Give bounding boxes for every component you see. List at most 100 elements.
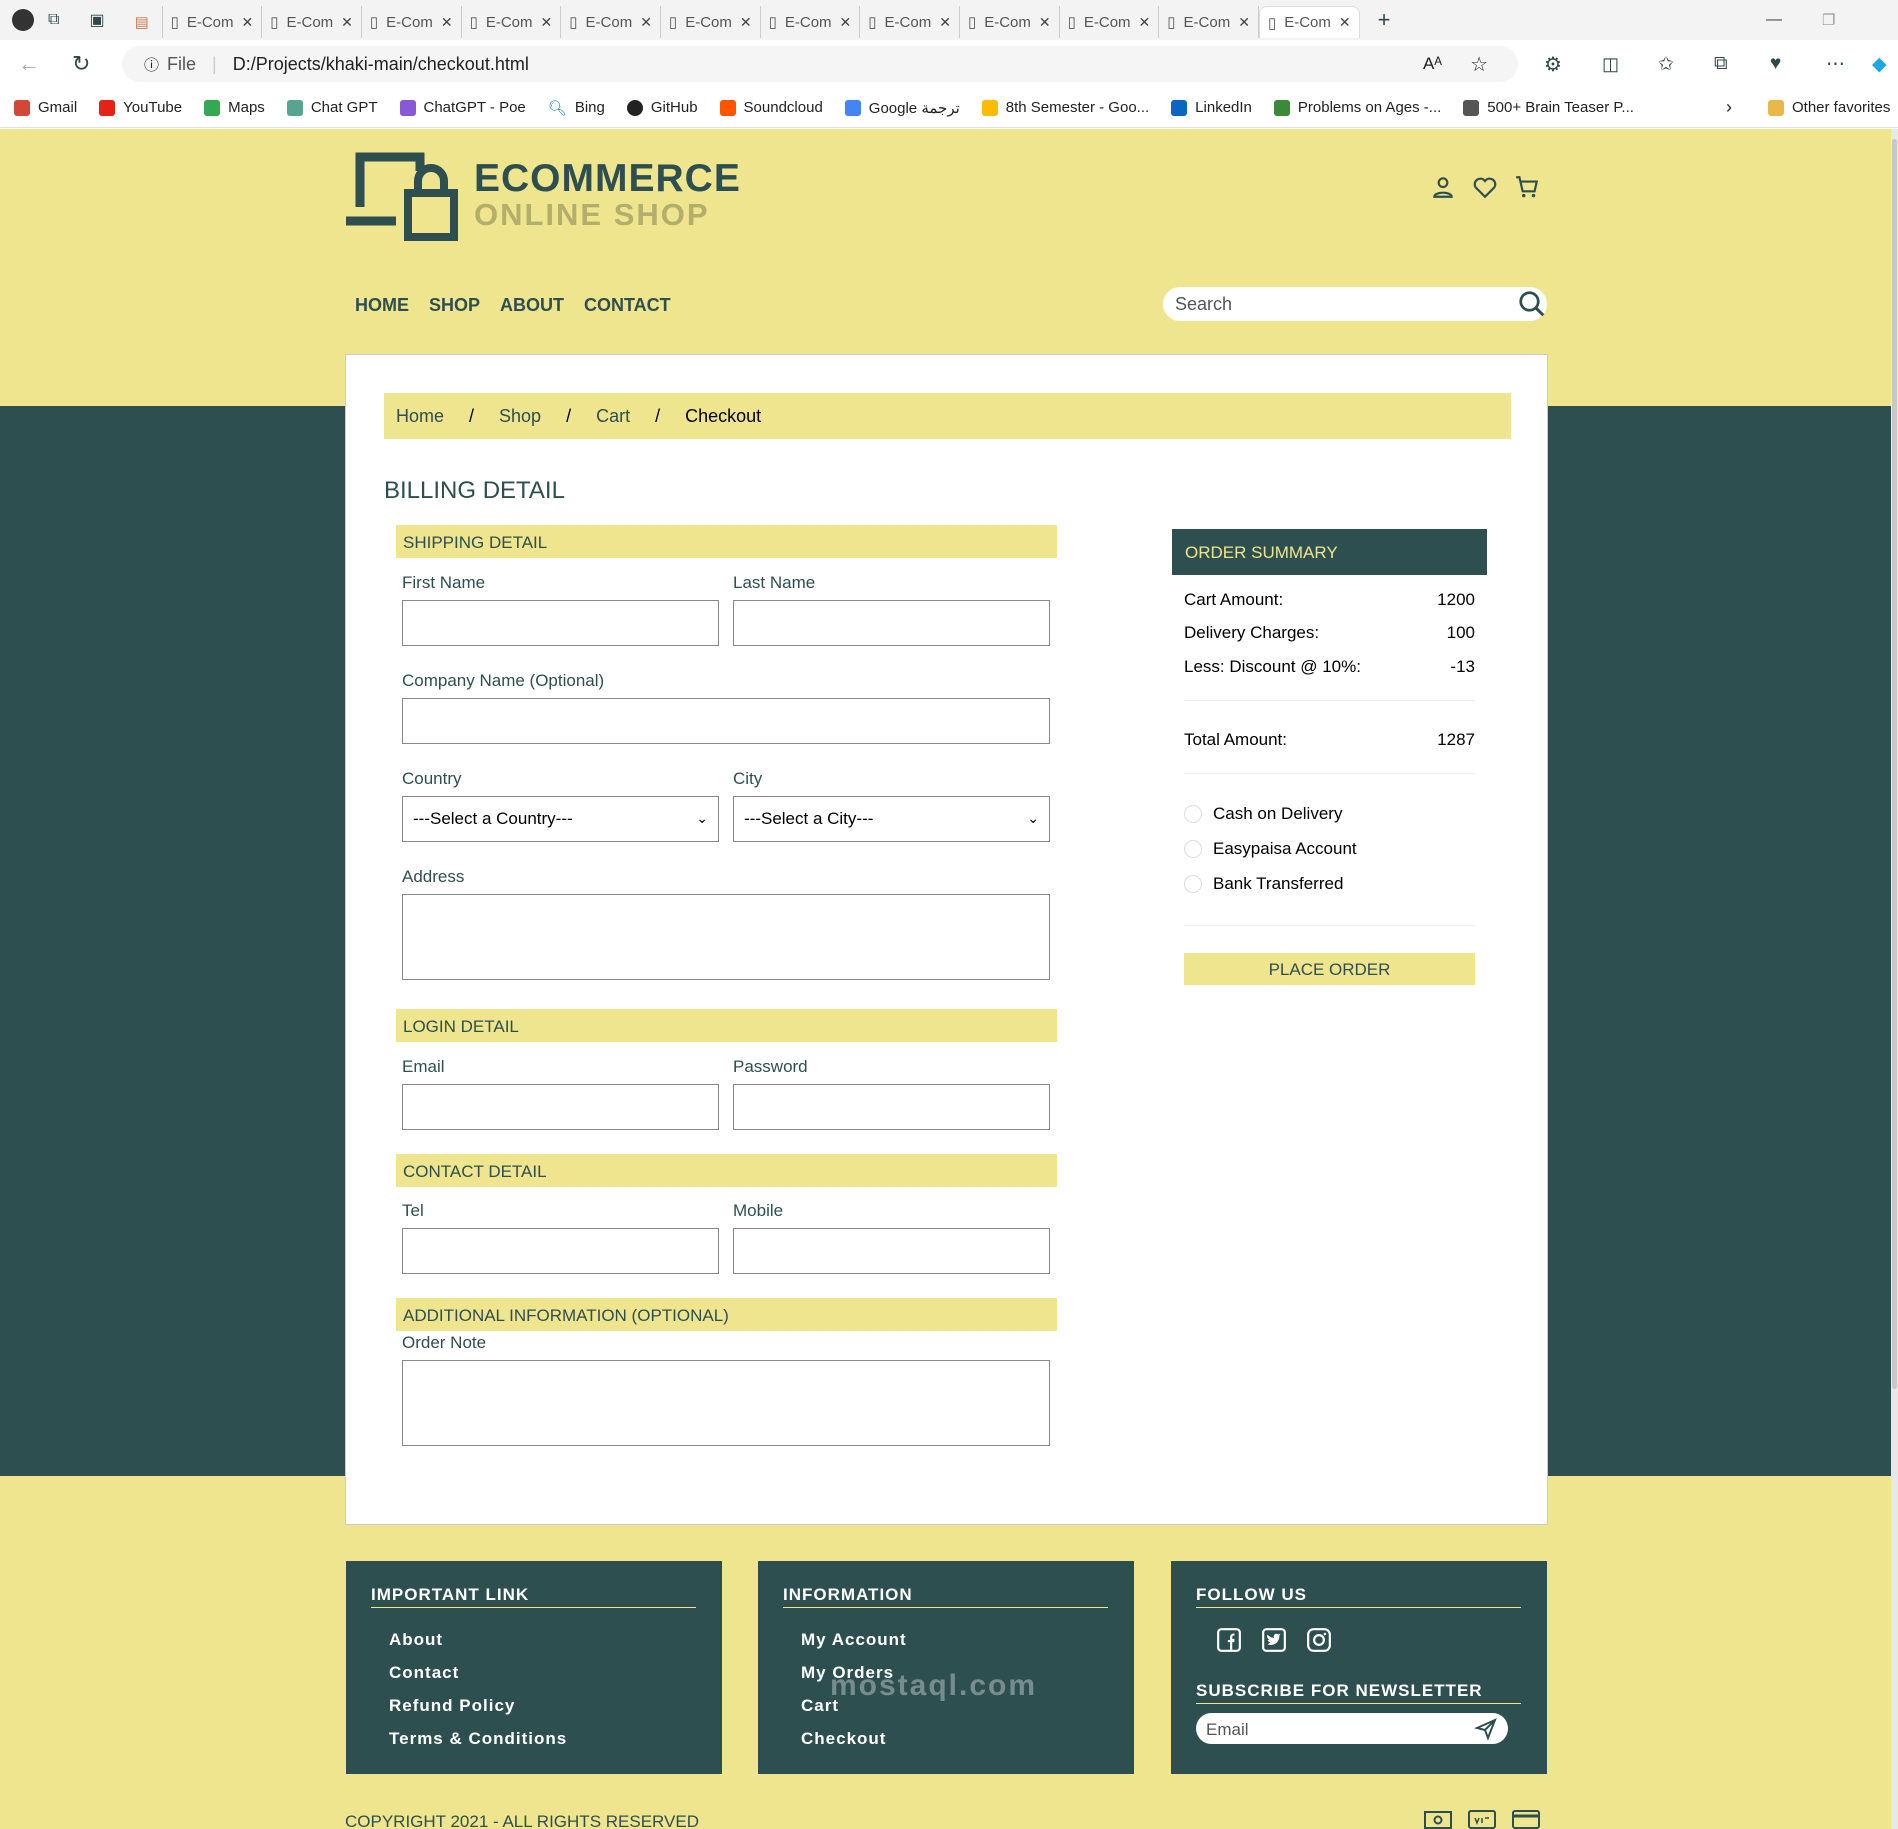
place-order-button[interactable]: PLACE ORDER: [1184, 953, 1475, 985]
radio-button[interactable]: [1184, 875, 1202, 893]
company-field[interactable]: [402, 698, 1050, 744]
password-field[interactable]: [733, 1084, 1050, 1130]
first-name-field[interactable]: [402, 600, 719, 646]
site-logo[interactable]: ECOMMERCE ONLINE SHOP: [346, 149, 741, 241]
profile-avatar[interactable]: [12, 9, 34, 31]
tab-actions-icon[interactable]: ▣: [89, 10, 104, 30]
tab-2[interactable]: ▯ E-Com ✕: [262, 6, 362, 38]
footer-link-refund[interactable]: Refund Policy: [389, 1689, 567, 1722]
newsletter-email-input[interactable]: Email: [1196, 1713, 1508, 1744]
payment-easypaisa[interactable]: Easypaisa Account: [1184, 839, 1357, 859]
close-icon[interactable]: ✕: [840, 14, 852, 31]
bookmark-github[interactable]: GitHub: [626, 99, 698, 116]
facebook-icon[interactable]: [1216, 1627, 1242, 1653]
bookmark-translate[interactable]: Google ترجمة: [844, 99, 960, 117]
send-icon[interactable]: [1474, 1717, 1498, 1741]
order-note-textarea[interactable]: [402, 1360, 1050, 1446]
radio-button[interactable]: [1184, 840, 1202, 858]
cart-icon[interactable]: [1514, 174, 1540, 200]
radio-button[interactable]: [1184, 805, 1202, 823]
close-icon[interactable]: ✕: [541, 14, 553, 31]
favorites-icon[interactable]: ✩: [1658, 53, 1674, 76]
last-name-field[interactable]: [733, 600, 1050, 646]
close-icon[interactable]: ✕: [1039, 14, 1051, 31]
collections-icon[interactable]: ⧉: [1714, 53, 1728, 75]
close-icon[interactable]: ✕: [441, 14, 453, 31]
back-icon[interactable]: ←: [18, 51, 40, 77]
chevron-right-icon[interactable]: ›: [1726, 97, 1732, 118]
city-select[interactable]: ---Select a City--- ⌄: [733, 796, 1050, 842]
split-screen-icon[interactable]: ◫: [1602, 54, 1619, 75]
tab-6[interactable]: ▯ E-Com ✕: [661, 6, 761, 38]
user-icon[interactable]: [1430, 174, 1456, 200]
footer-link-terms[interactable]: Terms & Conditions: [389, 1722, 567, 1755]
nav-contact[interactable]: CONTACT: [584, 295, 671, 316]
tab-10[interactable]: ▯ E-Com ✕: [1060, 6, 1160, 38]
extensions-icon[interactable]: ⚙: [1544, 52, 1562, 77]
pinned-tab[interactable]: ▤: [127, 6, 163, 38]
health-icon[interactable]: ♥: [1770, 53, 1781, 75]
footer-link-contact[interactable]: Contact: [389, 1656, 567, 1689]
close-icon[interactable]: ✕: [939, 14, 951, 31]
twitter-icon[interactable]: [1261, 1627, 1287, 1653]
email-field[interactable]: [402, 1084, 719, 1130]
nav-home[interactable]: HOME: [355, 295, 409, 316]
tab-8[interactable]: ▯ E-Com ✕: [860, 6, 960, 38]
minimize-icon[interactable]: —: [1766, 11, 1782, 29]
tab-5[interactable]: ▯ E-Com ✕: [561, 6, 661, 38]
workspaces-icon[interactable]: ⧉: [48, 11, 59, 29]
scrollbar-thumb[interactable]: [1892, 139, 1897, 1389]
copilot-icon[interactable]: ◆: [1872, 53, 1887, 76]
tab-1[interactable]: ▯ E-Com ✕: [163, 6, 263, 38]
close-icon[interactable]: ✕: [341, 14, 353, 31]
heart-icon[interactable]: [1472, 174, 1498, 200]
payment-bank[interactable]: Bank Transferred: [1184, 874, 1343, 894]
bookmark-poe[interactable]: ChatGPT - Poe: [399, 99, 526, 116]
bookmark-chatgpt[interactable]: Chat GPT: [286, 99, 378, 116]
breadcrumb-cart[interactable]: Cart: [596, 406, 630, 427]
bookmark-maps[interactable]: Maps: [204, 99, 265, 116]
search-input[interactable]: Search: [1163, 287, 1547, 321]
read-aloud-icon[interactable]: Aᴬ: [1423, 54, 1442, 74]
nav-shop[interactable]: SHOP: [429, 295, 480, 316]
info-icon[interactable]: ⓘ: [144, 54, 159, 75]
instagram-icon[interactable]: [1306, 1627, 1332, 1653]
bookmark-ages[interactable]: Problems on Ages -...: [1273, 99, 1441, 116]
country-select[interactable]: ---Select a Country--- ⌄: [402, 796, 719, 842]
favorite-star-icon[interactable]: ☆: [1470, 52, 1488, 77]
nav-about[interactable]: ABOUT: [500, 295, 564, 316]
footer-link-checkout[interactable]: Checkout: [801, 1722, 907, 1755]
url-box[interactable]: ⓘ File | D:/Projects/khaki-main/checkout…: [122, 46, 1518, 82]
close-icon[interactable]: ✕: [1139, 14, 1151, 31]
tab-7[interactable]: ▯ E-Com ✕: [761, 6, 861, 38]
bookmark-linkedin[interactable]: LinkedIn: [1171, 99, 1252, 116]
close-icon[interactable]: ✕: [1238, 14, 1250, 31]
breadcrumb-shop[interactable]: Shop: [499, 406, 541, 427]
bookmark-gmail[interactable]: Gmail: [14, 99, 77, 116]
bookmark-bing[interactable]: 🔍︎ Bing: [548, 99, 605, 117]
bookmark-soundcloud[interactable]: Soundcloud: [719, 99, 823, 116]
bookmark-drive[interactable]: 8th Semester - Goo...: [981, 99, 1149, 116]
tab-4[interactable]: ▯ E-Com ✕: [462, 6, 562, 38]
close-icon[interactable]: ✕: [1339, 14, 1351, 31]
close-icon[interactable]: ✕: [242, 14, 254, 31]
address-textarea[interactable]: [402, 894, 1050, 980]
footer-link-my-account[interactable]: My Account: [801, 1623, 907, 1656]
tab-9[interactable]: ▯ E-Com ✕: [960, 6, 1060, 38]
close-icon[interactable]: ✕: [740, 14, 752, 31]
bookmark-youtube[interactable]: YouTube: [99, 99, 182, 116]
tab-active[interactable]: ▯ E-Com ✕: [1258, 6, 1360, 38]
new-tab-icon[interactable]: +: [1378, 7, 1391, 33]
footer-link-about[interactable]: About: [389, 1623, 567, 1656]
mobile-field[interactable]: [733, 1228, 1050, 1274]
breadcrumb-home[interactable]: Home: [396, 406, 444, 427]
refresh-icon[interactable]: ↻: [72, 51, 90, 77]
restore-icon[interactable]: ❐: [1822, 11, 1835, 29]
bookmark-brainteaser[interactable]: 500+ Brain Teaser P...: [1463, 99, 1634, 116]
payment-cod[interactable]: Cash on Delivery: [1184, 804, 1342, 824]
tab-11[interactable]: ▯ E-Com ✕: [1159, 6, 1259, 38]
close-icon[interactable]: ✕: [640, 14, 652, 31]
tel-field[interactable]: [402, 1228, 719, 1274]
search-icon[interactable]: [1517, 289, 1547, 319]
bookmark-other-favorites[interactable]: Other favorites: [1768, 99, 1890, 116]
